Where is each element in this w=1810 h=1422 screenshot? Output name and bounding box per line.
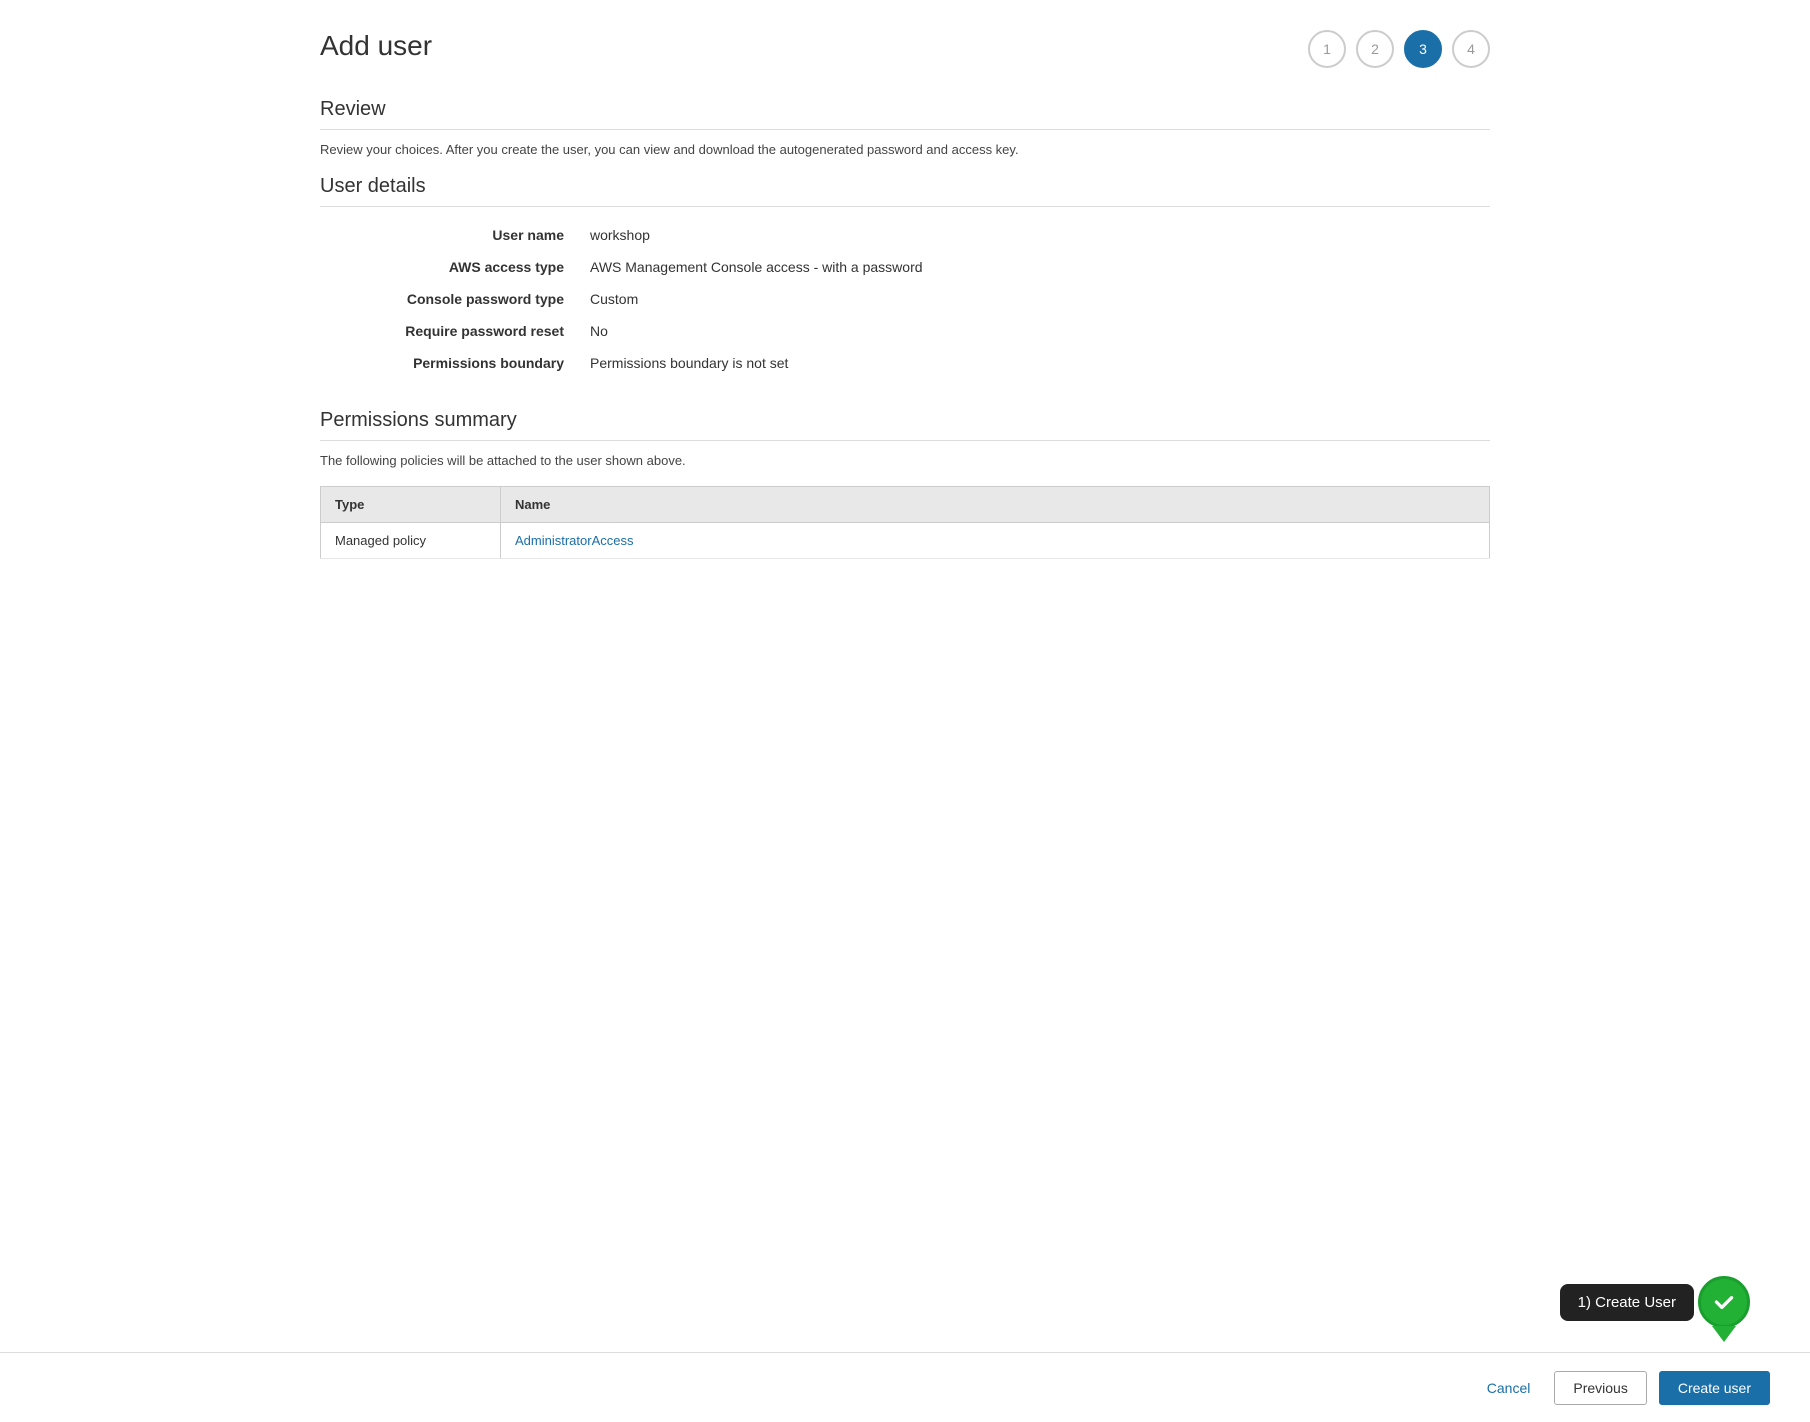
permissions-summary-section: Permissions summary The following polici…: [320, 409, 1490, 559]
step-3: 3: [1404, 30, 1442, 68]
permissions-summary-subtitle: The following policies will be attached …: [320, 453, 1490, 468]
col-name: Name: [501, 487, 1490, 523]
permissions-table-row: Managed policy AdministratorAccess: [321, 523, 1490, 559]
permissions-summary-title: Permissions summary: [320, 409, 1490, 432]
policy-type: Managed policy: [321, 523, 501, 559]
footer: Cancel Previous Create user: [0, 1352, 1810, 1422]
col-type: Type: [321, 487, 501, 523]
cancel-button[interactable]: Cancel: [1475, 1372, 1543, 1404]
table-row: Require password reset No: [320, 315, 1490, 347]
step-indicators: 1 2 3 4: [1308, 30, 1490, 68]
field-label-permissions-boundary: Permissions boundary: [320, 347, 580, 379]
review-title: Review: [320, 98, 1490, 121]
tooltip-container: 1) Create User: [1560, 1276, 1750, 1342]
review-section: Review Review your choices. After you cr…: [320, 98, 1490, 157]
field-value-access-type: AWS Management Console access - with a p…: [580, 251, 1490, 283]
table-row: Permissions boundary Permissions boundar…: [320, 347, 1490, 379]
user-details-title: User details: [320, 175, 1490, 198]
field-label-password-type: Console password type: [320, 283, 580, 315]
table-row: User name workshop: [320, 219, 1490, 251]
table-row: Console password type Custom: [320, 283, 1490, 315]
field-value-password-reset: No: [580, 315, 1490, 347]
user-details-section: User details User name workshop AWS acce…: [320, 175, 1490, 379]
tooltip-row: 1) Create User: [1560, 1276, 1750, 1328]
table-row: AWS access type AWS Management Console a…: [320, 251, 1490, 283]
tooltip-text: 1) Create User: [1560, 1284, 1694, 1321]
policy-name-link[interactable]: AdministratorAccess: [515, 533, 633, 548]
step-4: 4: [1452, 30, 1490, 68]
tooltip-arrow: [1712, 1326, 1736, 1342]
create-user-button[interactable]: Create user: [1659, 1371, 1770, 1405]
field-value-permissions-boundary: Permissions boundary is not set: [580, 347, 1490, 379]
review-subtitle: Review your choices. After you create th…: [320, 142, 1490, 157]
field-value-username: workshop: [580, 219, 1490, 251]
field-label-access-type: AWS access type: [320, 251, 580, 283]
tooltip-check-icon: [1698, 1276, 1750, 1328]
field-label-username: User name: [320, 219, 580, 251]
policy-name[interactable]: AdministratorAccess: [501, 523, 1490, 559]
permissions-table: Type Name Managed policy AdministratorAc…: [320, 486, 1490, 559]
field-label-password-reset: Require password reset: [320, 315, 580, 347]
step-1: 1: [1308, 30, 1346, 68]
step-2: 2: [1356, 30, 1394, 68]
page-title: Add user: [320, 30, 432, 62]
page-header: Add user 1 2 3 4: [320, 30, 1490, 68]
field-value-password-type: Custom: [580, 283, 1490, 315]
user-details-table: User name workshop AWS access type AWS M…: [320, 219, 1490, 379]
previous-button[interactable]: Previous: [1554, 1371, 1646, 1405]
